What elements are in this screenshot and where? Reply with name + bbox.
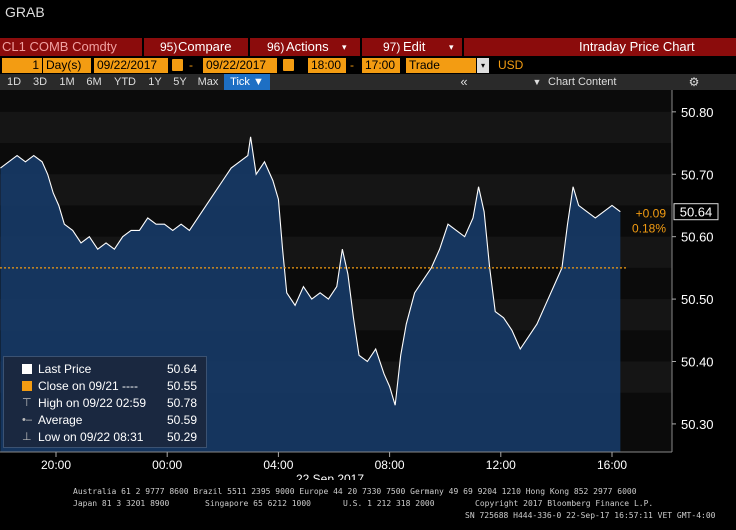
- legend-close[interactable]: Close on 09/21 ---- 50.55: [4, 378, 204, 394]
- plot-band: [0, 111, 672, 144]
- x-axis: 20:00 00:00 04:00 08:00 12:00 16:00 22 Sep 201…: [0, 451, 672, 480]
- window-title-bar: GRAB: [0, 0, 736, 38]
- period-max-button[interactable]: Max: [194, 74, 222, 90]
- y-tick-label: 50.60: [681, 230, 714, 245]
- period-1y-button[interactable]: 1Y: [144, 74, 166, 90]
- period-ytd-button[interactable]: YTD: [110, 74, 140, 90]
- x-tick-label: 12:00: [486, 458, 516, 472]
- compare-button[interactable]: Compare: [178, 38, 231, 56]
- chart-content-dropdown-icon[interactable]: ▼: [530, 74, 544, 90]
- edit-dropdown-icon[interactable]: ▾: [449, 38, 454, 56]
- y-tick-label: 50.30: [681, 417, 714, 432]
- actions-menu-button[interactable]: Actions: [286, 38, 329, 56]
- footer-copyright: Copyright 2017 Bloomberg Finance L.P.: [475, 499, 654, 508]
- chart-content-button[interactable]: Chart Content: [548, 74, 628, 90]
- start-calendar-icon[interactable]: [172, 59, 183, 71]
- gear-icon[interactable]: ⚙: [684, 74, 704, 90]
- x-tick-label: 16:00: [597, 458, 627, 472]
- legend-label: Low on 09/22 08:31: [38, 430, 144, 444]
- x-tick-label: 04:00: [263, 458, 293, 472]
- start-date-field[interactable]: 09/22/2017: [94, 58, 168, 73]
- market-field-dropdown-icon[interactable]: ▾: [477, 58, 489, 73]
- period-6m-button[interactable]: 6M: [82, 74, 106, 90]
- y-tick-label: 50.80: [681, 105, 714, 120]
- legend-high[interactable]: ⊤ High on 09/22 02:59 50.78: [4, 395, 204, 411]
- chart-settings-row: 1 Day(s) 09/22/2017 - 09/22/2017 18:00 -…: [0, 57, 736, 74]
- actions-number: 96): [267, 40, 285, 54]
- footer-session-info: SN 725688 H444-336-0 22-Sep-17 16:57:11 …: [465, 511, 716, 520]
- legend-low[interactable]: ⊥ Low on 09/22 08:31 50.29: [4, 429, 204, 445]
- last-price-label: 50.64: [680, 205, 713, 220]
- average-marker-icon: •–: [22, 414, 32, 426]
- collapse-icon[interactable]: «: [452, 74, 476, 90]
- chart-legend: Last Price 50.64 Close on 09/21 ---- 50.…: [3, 356, 207, 448]
- tick-interval-select[interactable]: Tick ▼: [224, 74, 270, 90]
- end-time-field[interactable]: 17:00: [362, 58, 400, 73]
- start-time-field[interactable]: 18:00: [308, 58, 346, 73]
- legend-label: Average: [38, 413, 83, 427]
- footer-contacts-singapore: Singapore 65 6212 1000: [205, 499, 311, 508]
- actions-dropdown-icon[interactable]: ▾: [342, 38, 347, 56]
- orange-square-icon: [22, 381, 32, 391]
- legend-value: 50.59: [167, 413, 198, 427]
- market-field-select[interactable]: Trade: [406, 58, 476, 73]
- y-tick-label: 50.40: [681, 355, 714, 370]
- legend-average[interactable]: •– Average 50.59: [4, 412, 204, 428]
- x-tick-label: 20:00: [41, 458, 71, 472]
- x-tick-label: 00:00: [152, 458, 182, 472]
- x-tick-label: 08:00: [375, 458, 405, 472]
- window-title: GRAB: [5, 4, 45, 20]
- period-5y-button[interactable]: 5Y: [169, 74, 191, 90]
- days-value-field[interactable]: 1: [2, 58, 42, 73]
- y-tick-label: 50.70: [681, 167, 714, 182]
- edit-menu-button[interactable]: Edit: [403, 38, 425, 56]
- legend-last-price[interactable]: Last Price 50.64: [4, 361, 204, 377]
- legend-value: 50.29: [167, 430, 198, 444]
- period-3d-button[interactable]: 3D: [28, 74, 52, 90]
- date-separator: -: [189, 58, 193, 72]
- edit-number: 97): [383, 40, 401, 54]
- days-unit-field[interactable]: Day(s): [43, 58, 91, 73]
- legend-value: 50.55: [167, 379, 198, 393]
- y-tick-label: 50.50: [681, 292, 714, 307]
- low-marker-icon: ⊥: [22, 431, 32, 443]
- white-square-icon: [22, 364, 32, 374]
- period-1m-button[interactable]: 1M: [55, 74, 79, 90]
- end-date-field[interactable]: 09/22/2017: [203, 58, 277, 73]
- price-change-label: +0.09: [636, 207, 667, 221]
- footer-contacts-line1: Australia 61 2 9777 8600 Brazil 5511 239…: [73, 487, 637, 496]
- end-calendar-icon[interactable]: [283, 59, 294, 71]
- y-axis: 50.80 50.70 50.60 50.50 50.40 50.30: [671, 90, 714, 452]
- period-1d-button[interactable]: 1D: [2, 74, 26, 90]
- legend-label: High on 09/22 02:59: [38, 396, 147, 410]
- footer-contacts-japan: Japan 81 3 3201 8900: [73, 499, 170, 508]
- period-selector-bar: 1D 3D 1M 6M YTD 1Y 5Y Max Tick ▼ « ▼ Cha…: [0, 74, 736, 90]
- x-axis-date-label: 22 Sep 2017: [296, 472, 364, 480]
- legend-label: Last Price: [38, 362, 92, 376]
- chart-title: Intraday Price Chart: [579, 39, 695, 54]
- function-toolbar: CL1 COMB Comdty 95) Compare 96) Actions …: [0, 38, 736, 56]
- currency-label: USD: [498, 58, 524, 72]
- time-separator: -: [350, 58, 354, 72]
- price-change-pct-label: 0.18%: [632, 222, 666, 236]
- compare-number: 95): [160, 40, 178, 54]
- footer-contacts-us: U.S. 1 212 318 2000: [343, 499, 435, 508]
- legend-value: 50.78: [167, 396, 198, 410]
- high-marker-icon: ⊤: [22, 397, 32, 409]
- legend-value: 50.64: [167, 362, 198, 376]
- terminal-footer: Australia 61 2 9777 8600 Brazil 5511 239…: [0, 480, 736, 530]
- ticker-field[interactable]: CL1 COMB Comdty: [2, 38, 117, 56]
- legend-label: Close on 09/21 ----: [38, 379, 139, 393]
